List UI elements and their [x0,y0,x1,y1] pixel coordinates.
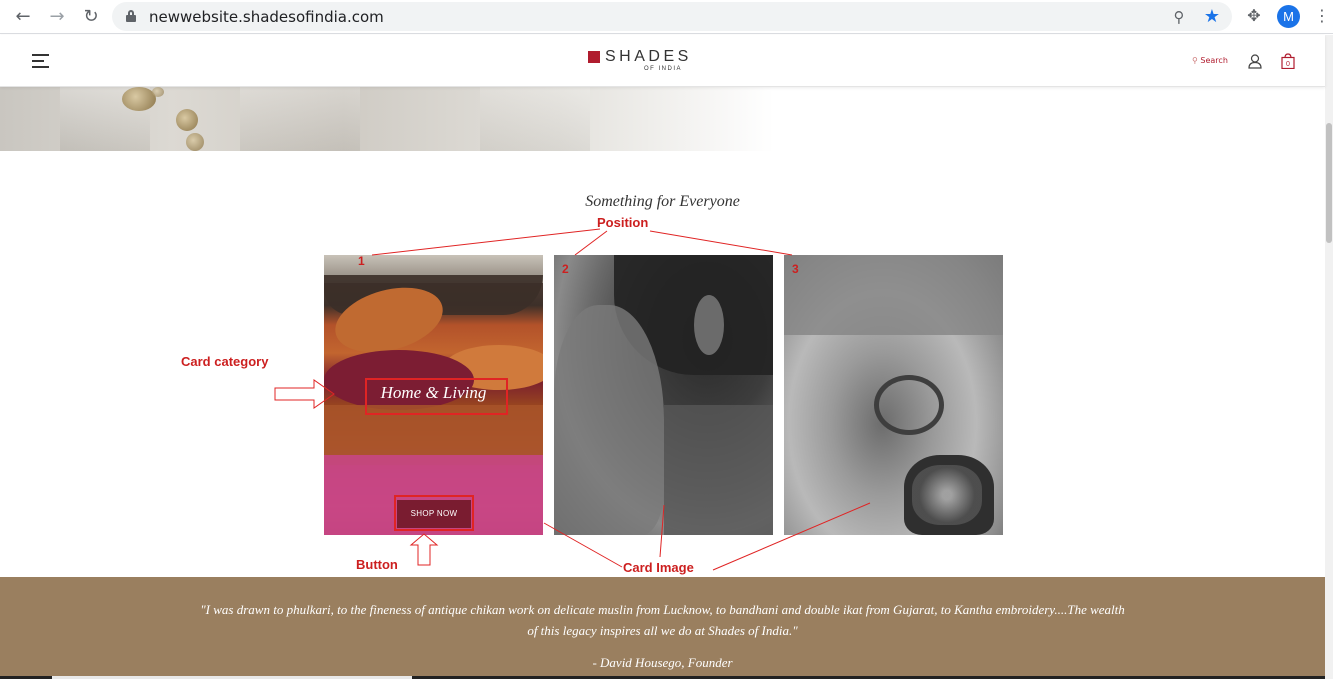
scrollbar-thumb[interactable] [1326,123,1332,243]
search-link[interactable]: ⚲ Search [1192,56,1228,65]
annotation-position: Position [597,215,649,230]
annotation-button: Button [356,557,398,572]
lock-icon [126,10,136,22]
card-home-living[interactable]: Home & Living SHOP NOW [324,255,543,535]
annotation-card-image: Card Image [623,560,694,575]
card-category-label: Home & Living [380,383,487,402]
search-icon: ⚲ [1192,56,1198,65]
forward-icon[interactable]: → [46,6,68,28]
page-scrollbar[interactable] [1325,35,1333,679]
profile-avatar[interactable]: M [1277,5,1300,28]
logo-square-icon [588,51,600,63]
annotation-position-3: 3 [792,262,799,276]
hero-banner [0,87,1325,151]
menu-kebab-icon[interactable]: ⋮ [1312,6,1332,26]
founder-quote-section: "I was drawn to phulkari, to the finenes… [0,577,1325,679]
user-account-icon[interactable] [1248,54,1262,69]
shop-now-button[interactable]: SHOP NOW [397,500,471,528]
url-text[interactable]: newwebsite.shadesofindia.com [149,8,384,26]
card-image-2[interactable] [554,255,773,535]
reload-icon[interactable]: ↻ [80,6,102,28]
extensions-puzzle-icon[interactable]: ✥ [1244,6,1264,26]
annotation-position-2: 2 [562,262,569,276]
site-logo[interactable]: SHADES OF INDIA [588,48,698,77]
founder-quote: "I was drawn to phulkari, to the finenes… [200,602,1125,638]
search-label: Search [1200,56,1228,65]
site-header: SHADES OF INDIA ⚲ Search 0 [0,35,1325,87]
card-image-3[interactable] [784,255,1003,535]
bookmark-star-icon[interactable]: ★ [1202,7,1222,27]
browser-toolbar: ← → ↻ newwebsite.shadesofindia.com ⚲ ★ ✥… [0,0,1333,34]
address-bar[interactable]: newwebsite.shadesofindia.com ⚲ ★ [112,2,1232,31]
logo-subtitle: OF INDIA [644,66,683,72]
hamburger-menu-icon[interactable] [32,54,49,68]
cart-count: 0 [1286,61,1290,68]
back-icon[interactable]: ← [12,6,34,28]
annotation-card-category: Card category [181,354,269,369]
shopping-bag-icon[interactable]: 0 [1281,53,1295,69]
annotation-position-1: 1 [358,254,365,268]
logo-wordmark: SHADES [605,48,692,65]
quote-author: - David Housego, Founder [592,655,733,670]
zoom-icon[interactable]: ⚲ [1169,7,1189,27]
section-title: Something for Everyone [585,193,740,210]
